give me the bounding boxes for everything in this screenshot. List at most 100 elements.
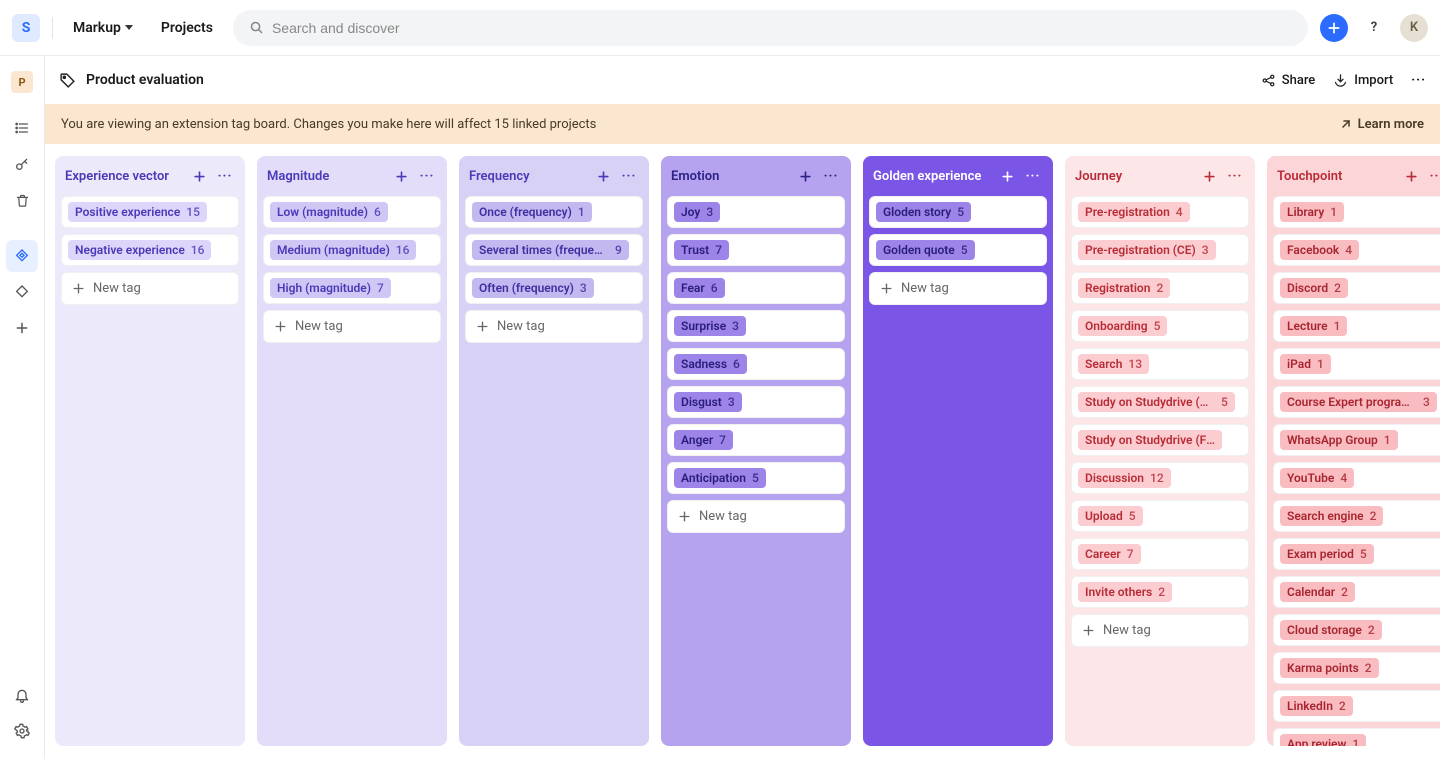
tag-card[interactable]: Low (magnitude)6 [263,196,441,228]
new-tag-button[interactable]: New tag [61,272,239,305]
tag-card[interactable]: Career7 [1071,538,1249,570]
column-add-button[interactable] [593,166,613,186]
tag-card[interactable]: Pre-registration (CE)3 [1071,234,1249,266]
tag-card[interactable]: Trust7 [667,234,845,266]
tag-count: 1 [1334,319,1341,333]
tag-card[interactable]: Study on Studydrive (Flashcards) [1071,424,1249,456]
search-bar[interactable] [233,10,1308,46]
tag-card[interactable]: Sadness6 [667,348,845,380]
rail-add-icon[interactable] [6,312,38,344]
tag-card[interactable]: Gloden story5 [869,196,1047,228]
tag-card[interactable]: Search engine2 [1273,500,1440,532]
tag-card[interactable]: Anticipation5 [667,462,845,494]
nav-projects[interactable]: Projects [153,14,221,42]
tag-card[interactable]: Cloud storage2 [1273,614,1440,646]
column-add-button[interactable] [391,166,411,186]
tag-card[interactable]: Positive experience15 [61,196,239,228]
tag-card[interactable]: Once (frequency)1 [465,196,643,228]
tag-card[interactable]: Golden quote5 [869,234,1047,266]
learn-more-link[interactable]: Learn more [1340,117,1424,132]
new-tag-button[interactable]: New tag [1071,614,1249,647]
tag-card[interactable]: Calendar2 [1273,576,1440,608]
column-more-button[interactable]: ··· [619,166,639,186]
column-add-button[interactable] [795,166,815,186]
tag-card[interactable]: Invite others2 [1071,576,1249,608]
tag-card[interactable]: Course Expert programme3 [1273,386,1440,418]
column-add-button[interactable] [189,166,209,186]
tag-card[interactable]: Fear6 [667,272,845,304]
column-add-button[interactable] [1199,166,1219,186]
column-more-button[interactable]: ··· [417,166,437,186]
page-more-button[interactable]: ··· [1411,73,1426,88]
tag-count: 3 [1202,243,1209,257]
rail-project-badge[interactable]: P [6,66,38,98]
tag-card[interactable]: Facebook4 [1273,234,1440,266]
tag-card[interactable]: Discord2 [1273,272,1440,304]
tag-card[interactable]: Joy3 [667,196,845,228]
tag-card[interactable]: Study on Studydrive (Docume...5 [1071,386,1249,418]
tag-card[interactable]: Discussion12 [1071,462,1249,494]
rail-trash-icon[interactable] [6,184,38,216]
tag-card[interactable]: High (magnitude)7 [263,272,441,304]
tag-card[interactable]: Anger7 [667,424,845,456]
rail-gear-icon[interactable] [6,715,38,747]
column-more-button[interactable]: ··· [1225,166,1245,186]
search-input[interactable] [272,20,1292,36]
tag-card[interactable]: Lecture1 [1273,310,1440,342]
tag-card[interactable]: Library1 [1273,196,1440,228]
new-tag-button[interactable]: New tag [465,310,643,343]
column-more-button[interactable]: ··· [821,166,841,186]
tag-card[interactable]: iPad1 [1273,348,1440,380]
tag-card[interactable]: Onboarding5 [1071,310,1249,342]
column-add-button[interactable] [1401,166,1421,186]
rail-key-icon[interactable] [6,148,38,180]
share-button[interactable]: Share [1261,73,1316,88]
tag-card[interactable]: Surprise3 [667,310,845,342]
tag-card[interactable]: YouTube4 [1273,462,1440,494]
tag-pill: Exam period5 [1280,544,1374,564]
help-button[interactable]: ? [1360,14,1388,42]
new-tag-button[interactable]: New tag [869,272,1047,305]
column-add-button[interactable] [997,166,1017,186]
rail-tag-board-icon[interactable] [6,240,38,272]
tag-card[interactable]: Registration2 [1071,272,1249,304]
tag-label: Search engine [1287,509,1364,523]
tag-pill: YouTube4 [1280,468,1354,488]
column-more-button[interactable]: ··· [215,166,235,186]
column-more-button[interactable]: ··· [1023,166,1043,186]
tag-card[interactable]: Upload5 [1071,500,1249,532]
tag-card[interactable]: Exam period5 [1273,538,1440,570]
add-button[interactable] [1320,14,1348,42]
tag-card[interactable]: Several times (frequency)9 [465,234,643,266]
tag-card[interactable]: Pre-registration4 [1071,196,1249,228]
tag-board[interactable]: Experience vector···Positive experience1… [45,144,1440,759]
tag-card[interactable]: Disgust3 [667,386,845,418]
rail-list-icon[interactable] [6,112,38,144]
nav-markup[interactable]: Markup [65,14,141,42]
tag-card[interactable]: Negative experience16 [61,234,239,266]
app-logo[interactable]: S [12,14,40,42]
new-tag-button[interactable]: New tag [263,310,441,343]
tag-card[interactable]: App review1 [1273,728,1440,746]
tag-label: Facebook [1287,243,1339,257]
column-more-button[interactable]: ··· [1427,166,1440,186]
tags-list: Gloden story5 Golden quote5 New tag [863,192,1053,313]
rail-bell-icon[interactable] [6,679,38,711]
rail-tag-alt-icon[interactable] [6,276,38,308]
tag-card[interactable]: WhatsApp Group1 [1273,424,1440,456]
chevron-down-icon [125,25,133,30]
import-button[interactable]: Import [1333,73,1393,88]
new-tag-button[interactable]: New tag [667,500,845,533]
learn-more-label: Learn more [1358,117,1424,132]
tag-card[interactable]: Often (frequency)3 [465,272,643,304]
tag-card[interactable]: Search13 [1071,348,1249,380]
tag-pill: Study on Studydrive (Docume...5 [1078,392,1235,412]
tag-pill: Often (frequency)3 [472,278,594,298]
tag-card[interactable]: Karma points2 [1273,652,1440,684]
tag-card[interactable]: LinkedIn2 [1273,690,1440,722]
tag-label: App review [1287,737,1346,746]
user-avatar[interactable]: K [1400,14,1428,42]
tag-label: Invite others [1085,585,1152,599]
tag-count: 3 [1423,395,1430,409]
tag-card[interactable]: Medium (magnitude)16 [263,234,441,266]
